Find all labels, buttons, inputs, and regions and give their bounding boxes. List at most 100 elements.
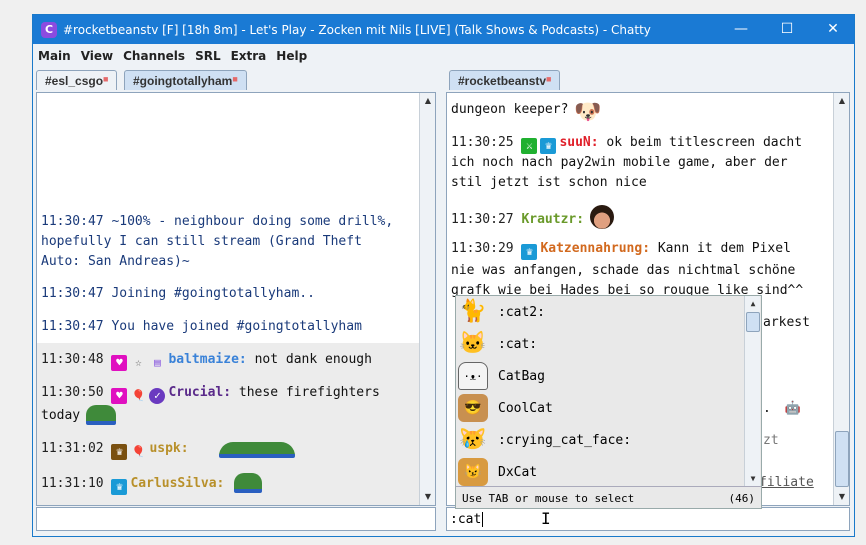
autocomplete-item[interactable]: 😼 DxCat: [458, 456, 537, 488]
scroll-down-arrow-icon[interactable]: ▼: [420, 489, 435, 505]
message-text: Kann it dem Pixel: [657, 241, 791, 256]
unread-dot: ■: [546, 74, 552, 84]
menu-help[interactable]: Help: [276, 49, 307, 63]
left-scrollbar[interactable]: ▲ ▼: [419, 93, 435, 505]
username[interactable]: Katzennahrung:: [540, 241, 650, 256]
close-button[interactable]: ✕: [810, 15, 856, 44]
scroll-up-arrow-icon[interactable]: ▲: [420, 93, 435, 109]
chat-message: 11:30:50 ♥ 🎈 ✓ Crucial: these firefighters: [41, 383, 380, 404]
tab-label: #rocketbeanstv: [458, 74, 547, 88]
catbag-emote-icon: ·ᴥ·: [458, 362, 488, 390]
menu-srl[interactable]: SRL: [195, 49, 221, 63]
text-caret: [482, 512, 484, 527]
moderator-sword-badge-icon: ⚔: [521, 138, 538, 154]
tab-goingtotallyham[interactable]: #goingtotallyham■: [124, 70, 247, 90]
item-label: CatBag: [498, 368, 545, 384]
face-emote-icon: [590, 205, 615, 229]
scroll-down-arrow-icon[interactable]: ▼: [745, 471, 761, 487]
hidden-text-fragment: . 🤖: [763, 399, 801, 419]
chat-message: 11:30:48 ♥ ☆ ▤ baltmaize: not dank enough: [41, 350, 372, 371]
chat-message: 11:30:27 Krautzr:: [451, 205, 615, 229]
menu-view[interactable]: View: [81, 49, 113, 63]
cat2-emoji-icon: 🐈: [459, 299, 487, 324]
timestamp: 11:30:50: [41, 385, 104, 400]
coolcat-emote-icon: 😎: [458, 394, 488, 422]
info-line: 11:30:47 You have joined #goingtotallyha…: [41, 319, 362, 334]
timestamp: 11:31:02: [41, 441, 104, 456]
maximize-button[interactable]: ☐: [764, 15, 810, 44]
right-scrollbar[interactable]: ▲ ▼: [833, 93, 849, 505]
timestamp: 11:31:10: [41, 476, 104, 491]
chat-message-cont: nie was anfangen, schade das nichtmal sc…: [451, 263, 796, 278]
balloon-badge-icon: 🎈: [131, 389, 146, 402]
popup-scrollbar[interactable]: ▲ ▼: [744, 296, 760, 487]
info-line: Auto: San Andreas)~: [41, 254, 190, 269]
scroll-thumb[interactable]: [746, 312, 760, 332]
emote-autocomplete-popup: 🐈:cat2: 🐱:cat: ·ᴥ· CatBag 😎 CoolCat 😿:cryi…: [455, 295, 762, 509]
right-chat-input[interactable]: :cat I: [446, 507, 850, 531]
autocomplete-item[interactable]: 🐱:cat:: [458, 328, 537, 360]
fragment: .: [763, 401, 771, 416]
message-text: not dank enough: [254, 352, 372, 367]
menu-extra[interactable]: Extra: [231, 49, 267, 63]
username[interactable]: CarlusSilva:: [130, 476, 224, 491]
tab-esl-csgo[interactable]: #esl_csgo■: [36, 70, 118, 90]
chat-message-cont: ich noch nach pay2win mobile game, aber …: [451, 155, 788, 170]
crying-cat-emoji-icon: 😿: [459, 427, 487, 452]
pepe-lying-emote-icon: [218, 442, 295, 458]
scroll-down-arrow-icon[interactable]: ▼: [834, 489, 849, 505]
username[interactable]: Krautzr:: [521, 212, 584, 227]
chat-message: 11:31:02 ♛ 🎈 uspk:: [41, 439, 295, 460]
sub-badge-icon: ♥: [111, 388, 128, 404]
unread-dot: ■: [103, 74, 109, 84]
verified-badge-icon: ✓: [149, 388, 166, 404]
menu-channels[interactable]: Channels: [123, 49, 185, 63]
pepe-emote-icon: [234, 473, 263, 493]
username[interactable]: uspk:: [149, 441, 188, 456]
autocomplete-item[interactable]: ·ᴥ· CatBag: [458, 360, 545, 392]
item-label: CoolCat: [498, 400, 553, 416]
item-label: DxCat: [498, 464, 538, 480]
scroll-up-arrow-icon[interactable]: ▲: [745, 296, 761, 312]
star-badge-icon: ☆: [135, 356, 142, 369]
tab-label: #goingtotallyham: [133, 74, 233, 88]
prime-crown-badge-icon: ♛: [540, 138, 557, 154]
chat-message-cont: stil jetzt ist schon nice: [451, 175, 647, 190]
scroll-thumb[interactable]: [835, 431, 849, 487]
autocomplete-item[interactable]: 🐈:cat2:: [458, 296, 545, 328]
chat-message: 11:30:29 ♛ Katzennahrung: Kann it dem Pix…: [451, 239, 791, 260]
timestamp: 11:30:29: [451, 241, 514, 256]
chatty-app-icon: C: [41, 21, 57, 38]
chat-message-cont: dungeon keeper? 🐶: [451, 100, 602, 124]
autocomplete-item[interactable]: 😎 CoolCat: [458, 392, 553, 424]
chat-message: 11:31:10 ♛ CarlusSilva:: [41, 473, 263, 495]
menu-main[interactable]: Main: [38, 49, 71, 63]
founder-badge-icon: ♛: [111, 444, 128, 460]
balloon-badge-icon: 🎈: [131, 445, 146, 458]
username[interactable]: Crucial:: [168, 385, 231, 400]
message-text: today: [41, 408, 81, 423]
left-chat-input[interactable]: [36, 507, 436, 531]
timestamp: 11:30:25: [451, 135, 514, 150]
chat-message: 11:30:25 ⚔ ♛ suuN: ok beim titlescreen dac…: [451, 133, 803, 154]
tab-label: #esl_csgo: [45, 74, 104, 88]
username[interactable]: baltmaize:: [168, 352, 246, 367]
scroll-up-arrow-icon[interactable]: ▲: [834, 93, 849, 109]
timestamp: 11:30:27: [451, 212, 514, 227]
info-line: 11:30:47 ~100% - neighbour doing some dr…: [41, 214, 394, 229]
info-line: 11:30:47 Joining #goingtotallyham..: [41, 286, 315, 301]
message-text: ok beim titlescreen dacht: [606, 135, 803, 150]
chat-message-cont: today: [41, 405, 117, 425]
minimize-button[interactable]: —: [718, 15, 764, 44]
popup-footer: Use TAB or mouse to select (46): [456, 486, 761, 508]
unread-dot: ■: [232, 74, 238, 84]
timestamp: 11:30:48: [41, 352, 104, 367]
username[interactable]: suuN:: [559, 135, 598, 150]
hidden-text-fragment: arkest: [763, 315, 810, 330]
tab-rocketbeanstv[interactable]: #rocketbeanstv■: [449, 70, 561, 90]
input-text: :cat: [450, 512, 482, 527]
hidden-link-fragment[interactable]: filiate: [759, 473, 814, 493]
autocomplete-item[interactable]: 😿:crying_cat_face:: [458, 424, 631, 456]
left-chat-pane: 11:30:47 ~100% - neighbour doing some dr…: [36, 92, 436, 506]
hint-text: Use TAB or mouse to select: [462, 492, 635, 505]
